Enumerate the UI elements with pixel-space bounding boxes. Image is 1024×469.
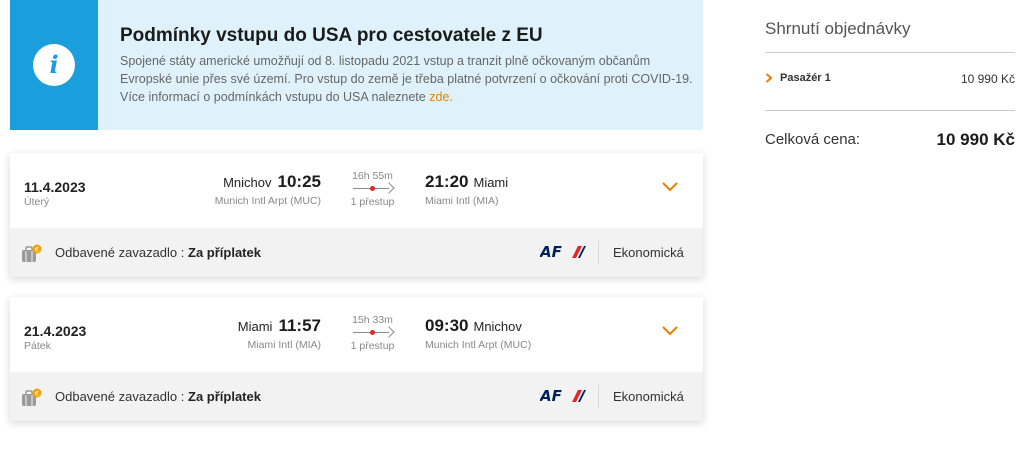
arrival-city: Mnichov [473, 319, 522, 334]
flight-duration: 16h 55m [352, 170, 393, 182]
route-arrow-icon [352, 326, 395, 338]
flight-duration: 15h 33m [352, 314, 393, 326]
banner-icon-strip: i [10, 0, 98, 130]
banner-text-line-3: Více informací o podmínkách vstupu do US… [120, 90, 426, 104]
passenger-price: 10 990 Kč [960, 72, 1015, 86]
baggage-label: Odbavené zavazadlo : [55, 245, 185, 260]
flight-duration-block: 15h 33m 1 přestup [340, 314, 405, 352]
covid-entry-info-banner: i Podmínky vstupu do USA pro cestovatele… [10, 0, 703, 130]
airline-code: AF [540, 244, 563, 260]
baggage-label: Odbavené zavazadlo : [55, 389, 185, 404]
total-price-value: 10 990 Kč [936, 130, 1015, 149]
air-france-logo: AF [540, 244, 586, 260]
expand-chevron-down-icon[interactable] [661, 323, 679, 337]
departure-time: 11:57 [278, 316, 321, 335]
departure-info: Miami 11:57 Miami Intl (MIA) [238, 316, 321, 351]
baggage-value: Za příplatek [188, 389, 261, 404]
departure-city: Miami [237, 319, 273, 334]
total-price-label: Celková cena: [765, 131, 861, 148]
banner-link-here[interactable]: zde. [429, 90, 453, 104]
summary-title: Shrnutí objednávky [765, 19, 911, 38]
departure-airport: Munich Intl Arpt (MUC) [214, 195, 321, 207]
flight-card-header[interactable]: 21.4.2023 Pátek Miami 11:57 Miami Intl (M… [10, 297, 703, 372]
baggage-value: Za příplatek [188, 245, 261, 260]
departure-airport: Miami Intl (MIA) [247, 339, 322, 351]
flight-card-return[interactable]: 21.4.2023 Pátek Miami 11:57 Miami Intl (M… [10, 297, 703, 421]
summary-divider [765, 52, 1015, 53]
air-france-logo: AF [540, 388, 586, 404]
arrival-info: 09:30 Mnichov Munich Intl Arpt (MUC) [425, 316, 531, 351]
flight-date: 21.4.2023 [24, 323, 87, 339]
flight-weekday: Pátek [24, 340, 51, 352]
chevron-right-icon [765, 73, 773, 83]
summary-divider [765, 110, 1015, 111]
flight-stops: 1 přestup [350, 196, 395, 208]
departure-time: 10:25 [277, 172, 321, 191]
footer-divider [598, 241, 599, 265]
baggage-info: Odbavené zavazadlo : Za příplatek [55, 389, 261, 404]
arrival-city: Miami [473, 175, 509, 190]
banner-title: Podmínky vstupu do USA pro cestovatele z… [120, 25, 543, 46]
cabin-class: Ekonomická [613, 389, 684, 404]
baggage-info: Odbavené zavazadlo : Za příplatek [55, 245, 261, 260]
expand-chevron-down-icon[interactable] [661, 179, 679, 193]
banner-text-line-1: Spojené státy americké umožňují od 8. li… [120, 54, 651, 68]
baggage-fee-icon: € [22, 388, 42, 406]
banner-body: Podmínky vstupu do USA pro cestovatele z… [98, 0, 695, 130]
arrival-airport: Miami Intl (MIA) [425, 195, 499, 207]
footer-divider [598, 385, 599, 409]
airline-code: AF [540, 388, 563, 404]
flight-card-outbound[interactable]: 11.4.2023 Úterý Mnichov 10:25 Munich Intl… [10, 153, 703, 277]
arrival-info: 21:20 Miami Miami Intl (MIA) [425, 172, 508, 207]
info-icon: i [33, 44, 75, 86]
flight-duration-block: 16h 55m 1 přestup [340, 170, 405, 208]
flight-card-footer: € Odbavené zavazadlo : Za příplatek AF E… [10, 228, 703, 277]
passenger-label: Pasažér 1 [780, 72, 831, 84]
departure-info: Mnichov 10:25 Munich Intl Arpt (MUC) [215, 172, 321, 207]
baggage-fee-icon: € [22, 244, 42, 262]
arrival-time: 09:30 [425, 316, 469, 335]
cabin-class: Ekonomická [613, 245, 684, 260]
svg-text:€: € [35, 390, 39, 398]
banner-text-line-2: Evropské unie přes své území. Pro vstup … [120, 72, 693, 86]
arrival-time: 21:20 [425, 172, 469, 191]
flight-date: 11.4.2023 [24, 179, 86, 195]
route-arrow-icon [352, 182, 395, 194]
svg-text:€: € [35, 246, 39, 254]
flight-card-header[interactable]: 11.4.2023 Úterý Mnichov 10:25 Munich Intl… [10, 153, 703, 228]
flight-weekday: Úterý [24, 196, 50, 208]
departure-city: Mnichov [223, 175, 272, 190]
banner-text: Spojené státy americké umožňují od 8. li… [120, 52, 695, 106]
flight-stops: 1 přestup [350, 340, 395, 352]
flight-card-footer: € Odbavené zavazadlo : Za příplatek AF E… [10, 372, 703, 421]
passenger-price-row[interactable]: Pasažér 1 10 990 Kč [765, 71, 1015, 89]
arrival-airport: Munich Intl Arpt (MUC) [425, 339, 532, 351]
